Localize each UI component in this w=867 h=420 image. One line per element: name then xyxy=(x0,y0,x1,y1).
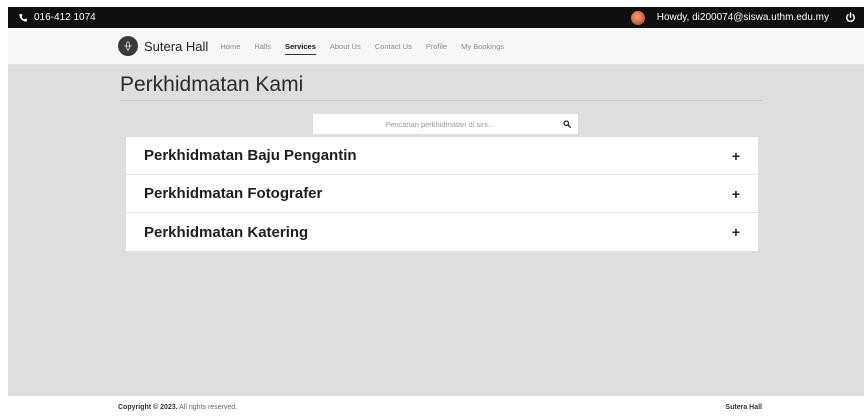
expand-icon[interactable]: + xyxy=(732,224,740,240)
user-greeting[interactable]: Howdy, di200074@siswa.uthm.edu.my xyxy=(657,12,829,23)
main-navbar: Sutera Hall Home Halls Services About Us… xyxy=(8,28,864,65)
avatar[interactable] xyxy=(630,10,645,25)
page-title: Perkhidmatan Kami xyxy=(120,73,304,96)
expand-icon[interactable]: + xyxy=(732,186,740,202)
accordion-label: Perkhidmatan Katering xyxy=(144,223,309,241)
nav-home[interactable]: Home xyxy=(220,42,240,51)
browser-viewport: 016-412 1074 Howdy, di200074@siswa.uthm.… xyxy=(8,7,864,418)
brand-name[interactable]: Sutera Hall xyxy=(144,39,208,54)
accordion-label: Perkhidmatan Baju Pengantin xyxy=(144,147,357,164)
accordion-item-katering[interactable]: Perkhidmatan Katering + xyxy=(126,213,758,251)
accordion-item-baju-pengantin[interactable]: Perkhidmatan Baju Pengantin + xyxy=(126,137,758,175)
search-icon[interactable] xyxy=(556,114,578,134)
nav-about-us[interactable]: About Us xyxy=(330,42,361,51)
top-bar: 016-412 1074 Howdy, di200074@siswa.uthm.… xyxy=(8,7,864,28)
phone-icon xyxy=(18,13,28,23)
search-input[interactable] xyxy=(313,114,556,134)
phone-number: 016-412 1074 xyxy=(34,12,96,23)
expand-icon[interactable]: + xyxy=(732,148,740,164)
accordion-item-fotografer[interactable]: Perkhidmatan Fotografer + xyxy=(126,175,758,213)
nav-halls[interactable]: Halls xyxy=(254,42,271,51)
nav-my-bookings[interactable]: My Bookings xyxy=(461,42,504,51)
accordion-label: Perkhidmatan Fotografer xyxy=(144,185,323,202)
logo-icon[interactable] xyxy=(118,36,138,56)
copyright-text: All rights reserved. xyxy=(177,403,238,411)
copyright-year: Copyright © 2023. xyxy=(118,403,178,411)
services-accordion: Perkhidmatan Baju Pengantin + Perkhidmat… xyxy=(126,137,758,251)
nav-profile[interactable]: Profile xyxy=(426,42,447,51)
user-info: Howdy, di200074@siswa.uthm.edu.my xyxy=(630,10,856,25)
title-divider xyxy=(120,100,763,101)
search-bar xyxy=(313,114,578,134)
nav-contact-us[interactable]: Contact Us xyxy=(375,42,412,51)
power-icon[interactable] xyxy=(845,12,856,23)
nav-services[interactable]: Services xyxy=(285,42,316,55)
footer-site-name[interactable]: Sutera Hall xyxy=(725,404,762,411)
footer: Copyright © 2023. All rights reserved. S… xyxy=(8,396,864,418)
copyright: Copyright © 2023. All rights reserved. xyxy=(118,404,237,411)
contact-info: 016-412 1074 xyxy=(18,12,96,23)
